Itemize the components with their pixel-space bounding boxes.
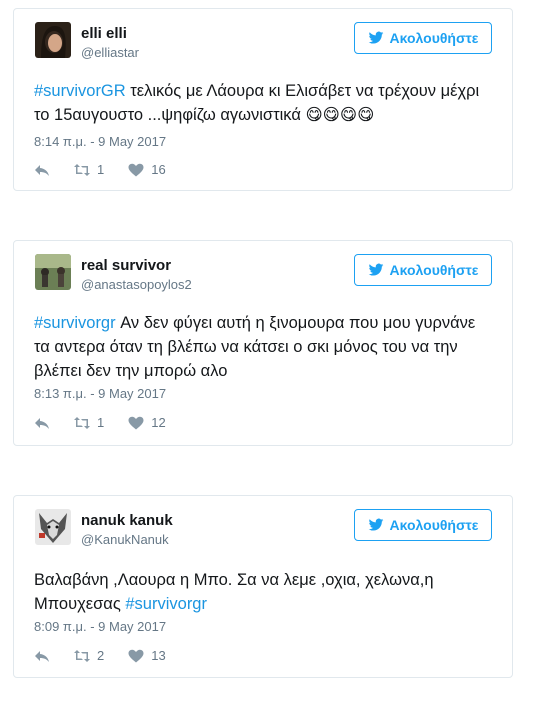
like-button[interactable]: 12 (128, 415, 166, 430)
display-name[interactable]: elli elli (81, 25, 127, 42)
follow-button[interactable]: Ακολουθήστε (354, 254, 492, 286)
reply-icon (35, 164, 49, 176)
retweet-icon (74, 649, 90, 662)
retweet-button[interactable]: 2 (74, 648, 104, 663)
like-button[interactable]: 13 (128, 648, 166, 663)
tweet-actions: 2 13 (34, 648, 190, 663)
heart-icon (128, 416, 144, 429)
tweet-body: Βαλαβάνη ,Λαουρα η Μπο. Σα να λεμε ,οχια… (34, 571, 434, 613)
reply-icon (35, 417, 49, 429)
tweet-card: real survivor @anastasopoylos2 Ακολουθήσ… (13, 240, 513, 446)
like-button[interactable]: 16 (128, 162, 166, 177)
retweet-count: 1 (97, 415, 105, 430)
follow-label: Ακολουθήστε (389, 262, 479, 278)
like-count: 16 (151, 162, 166, 177)
retweet-icon (74, 416, 90, 429)
tweet-text: #survivorGR τελικός με Λάουρα κι Ελισάβε… (34, 79, 492, 127)
follow-button[interactable]: Ακολουθήστε (354, 509, 492, 541)
user-handle[interactable]: @anastasopoylos2 (81, 277, 192, 292)
follow-label: Ακολουθήστε (389, 30, 479, 46)
avatar[interactable] (35, 509, 71, 545)
retweet-count: 1 (97, 162, 105, 177)
display-name[interactable]: nanuk kanuk (81, 512, 173, 529)
twitter-bird-icon (368, 31, 383, 44)
avatar[interactable] (35, 254, 71, 290)
timestamp[interactable]: 8:14 π.μ. - 9 May 2017 (34, 134, 166, 149)
tweet-text: Βαλαβάνη ,Λαουρα η Μπο. Σα να λεμε ,οχια… (34, 568, 492, 616)
display-name[interactable]: real survivor (81, 257, 171, 274)
follow-label: Ακολουθήστε (389, 517, 479, 533)
hashtag-link[interactable]: #survivorgr (125, 595, 207, 613)
reply-button[interactable] (34, 416, 50, 430)
retweet-count: 2 (97, 648, 105, 663)
timestamp[interactable]: 8:09 π.μ. - 9 May 2017 (34, 619, 166, 634)
like-count: 12 (151, 415, 166, 430)
reply-button[interactable] (34, 163, 50, 177)
hashtag-link[interactable]: #survivorgr (34, 314, 116, 332)
tweet-card: elli elli @elliastar Ακολουθήστε #surviv… (13, 8, 513, 191)
tweet-actions: 1 16 (34, 162, 190, 177)
reply-icon (35, 650, 49, 662)
heart-icon (128, 163, 144, 176)
timestamp[interactable]: 8:13 π.μ. - 9 May 2017 (34, 386, 166, 401)
like-count: 13 (151, 648, 166, 663)
tweet-actions: 1 12 (34, 415, 190, 430)
user-handle[interactable]: @elliastar (81, 45, 139, 60)
heart-icon (128, 649, 144, 662)
twitter-bird-icon (368, 263, 383, 276)
hashtag-link[interactable]: #survivorGR (34, 82, 126, 100)
retweet-button[interactable]: 1 (74, 162, 104, 177)
reply-button[interactable] (34, 649, 50, 663)
user-handle[interactable]: @KanukNanuk (81, 532, 169, 547)
twitter-bird-icon (368, 518, 383, 531)
follow-button[interactable]: Ακολουθήστε (354, 22, 492, 54)
tweet-card: nanuk kanuk @KanukNanuk Ακολουθήστε Βαλα… (13, 495, 513, 678)
tweet-text: #survivorgr Αν δεν φύγει αυτή η ξινομουρ… (34, 311, 492, 383)
retweet-icon (74, 163, 90, 176)
avatar[interactable] (35, 22, 71, 58)
retweet-button[interactable]: 1 (74, 415, 104, 430)
